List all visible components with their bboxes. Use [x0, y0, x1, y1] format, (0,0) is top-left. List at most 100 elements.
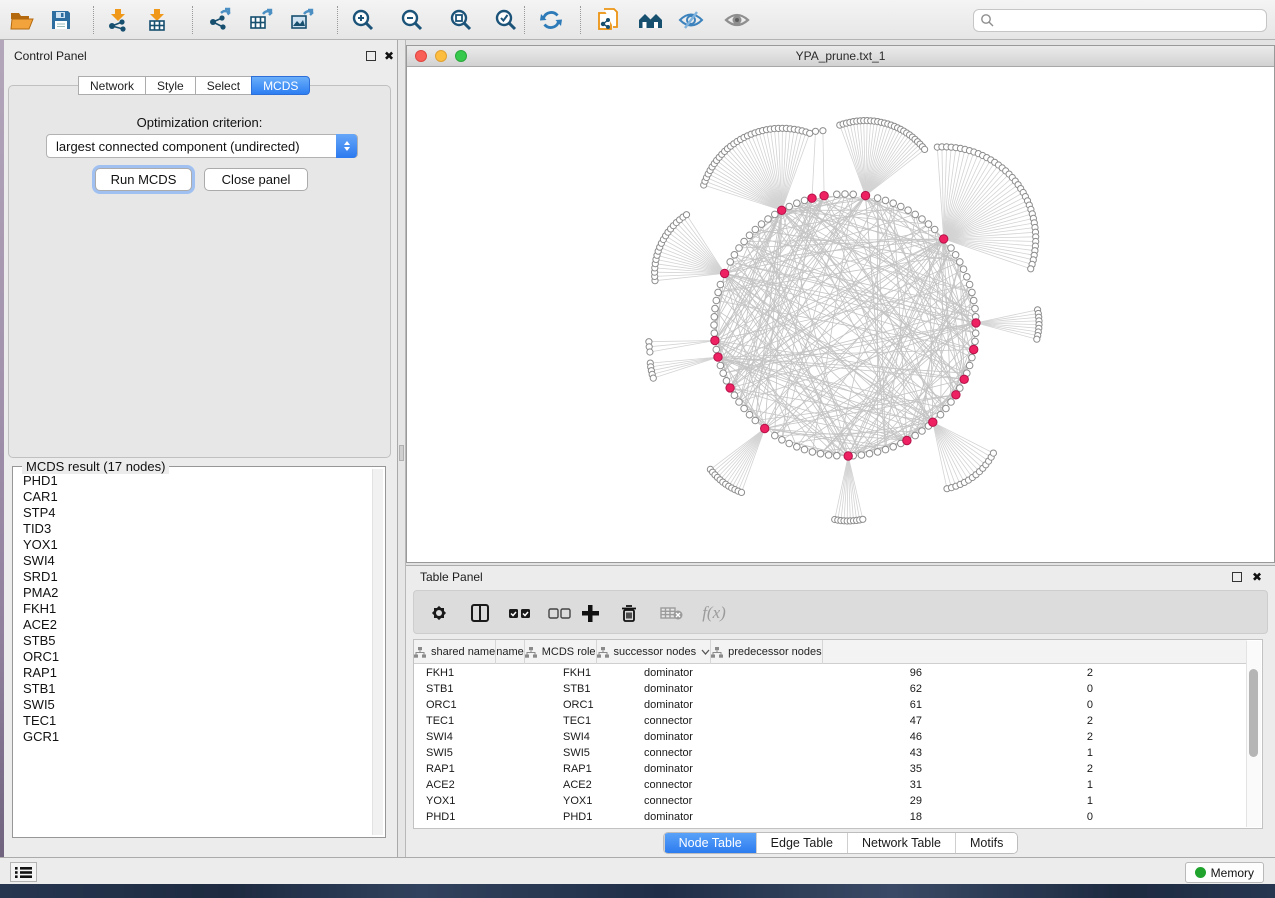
table-row[interactable]: STB1 STB1 dominator 62 0	[414, 681, 1247, 697]
open-file-icon[interactable]	[7, 5, 37, 35]
table-row[interactable]: ACE2 ACE2 connector 31 1	[414, 777, 1247, 793]
table-panel-title: Table Panel	[420, 570, 483, 584]
mcds-result-item[interactable]: SWI5	[14, 697, 371, 713]
export-image-icon[interactable]	[287, 5, 317, 35]
houses-icon[interactable]	[636, 5, 666, 35]
network-window-title: YPA_prune.txt_1	[407, 46, 1274, 67]
mcds-result-item[interactable]: STP4	[14, 505, 371, 521]
float-panel-icon[interactable]	[366, 51, 376, 61]
window-zoom-light[interactable]	[455, 50, 467, 62]
mcds-result-item[interactable]: FKH1	[14, 601, 371, 617]
zoom-out-icon[interactable]	[397, 5, 427, 35]
table-tab[interactable]: Node Table	[664, 833, 756, 853]
mcds-result-list: PHD1 CAR1 STP4 TID3 YOX1 SWI4 SRD1 PMA2 …	[14, 473, 371, 835]
export-network-icon[interactable]	[205, 5, 235, 35]
mcds-result-item[interactable]: ACE2	[14, 617, 371, 633]
column-header-label: predecessor nodes	[728, 646, 822, 658]
control-panel-tab[interactable]: Style	[145, 76, 196, 95]
table-column-header[interactable]: name	[496, 640, 525, 664]
table-tab[interactable]: Network Table	[847, 833, 955, 853]
clone-network-icon[interactable]	[593, 5, 623, 35]
float-table-panel-icon[interactable]	[1232, 572, 1242, 582]
mcds-list-scrollbar[interactable]	[372, 469, 383, 835]
close-panel-button[interactable]: Close panel	[204, 168, 308, 191]
cell-name: STB1	[551, 681, 632, 697]
table-row[interactable]: FKH1 FKH1 dominator 96 2	[414, 665, 1247, 681]
task-history-button[interactable]	[10, 862, 37, 882]
mcds-result-item[interactable]: SWI4	[14, 553, 371, 569]
cell-name: FKH1	[551, 665, 632, 681]
table-tab[interactable]: Edge Table	[756, 833, 847, 853]
table-column-header[interactable]: predecessor nodes	[711, 640, 823, 664]
cell-predecessor-nodes: 2	[930, 729, 1101, 745]
cell-shared-name: ORC1	[414, 697, 551, 713]
control-panel-tab[interactable]: MCDS	[251, 76, 310, 95]
mcds-result-item[interactable]: YOX1	[14, 537, 371, 553]
panel-splitter[interactable]	[398, 40, 406, 857]
scrollbar-thumb[interactable]	[1249, 669, 1258, 757]
mcds-result-item[interactable]: STB1	[14, 681, 371, 697]
cell-mcds-role: connector	[632, 777, 787, 793]
table-row[interactable]: ORC1 ORC1 dominator 61 0	[414, 697, 1247, 713]
mcds-result-item[interactable]: TID3	[14, 521, 371, 537]
table-row[interactable]: SWI4 SWI4 dominator 46 2	[414, 729, 1247, 745]
table-column-header[interactable]: MCDS role	[525, 640, 597, 664]
optimization-criterion-select[interactable]: largest connected component (undirected)	[46, 134, 358, 158]
search-input[interactable]	[995, 14, 1266, 28]
import-table-icon[interactable]	[142, 5, 172, 35]
refresh-layout-icon[interactable]	[536, 5, 566, 35]
mcds-result-item[interactable]: STB5	[14, 633, 371, 649]
cell-predecessor-nodes: 0	[930, 809, 1101, 825]
deselect-all-icon[interactable]	[546, 599, 574, 627]
memory-button[interactable]: Memory	[1185, 862, 1264, 883]
add-column-plus-icon[interactable]	[576, 599, 604, 627]
hide-edges-eye-icon[interactable]	[676, 5, 706, 35]
table-row[interactable]: SWI5 SWI5 connector 43 1	[414, 745, 1247, 761]
save-session-icon[interactable]	[46, 5, 76, 35]
control-panel-tab[interactable]: Network	[78, 76, 146, 95]
control-panel-tab[interactable]: Select	[195, 76, 252, 95]
select-stepper-icon	[336, 134, 357, 158]
close-table-panel-icon[interactable]: ✖	[1252, 572, 1262, 582]
network-window-titlebar[interactable]: YPA_prune.txt_1	[407, 46, 1274, 67]
table-column-header[interactable]: successor nodes	[597, 640, 712, 664]
zoom-fit-icon[interactable]	[446, 5, 476, 35]
mcds-result-item[interactable]: GCR1	[14, 729, 371, 745]
select-all-icon[interactable]	[506, 599, 534, 627]
mcds-result-item[interactable]: PMA2	[14, 585, 371, 601]
show-details-eye-icon[interactable]	[722, 5, 752, 35]
zoom-in-icon[interactable]	[348, 5, 378, 35]
export-table-icon[interactable]	[246, 5, 276, 35]
network-canvas[interactable]	[407, 67, 1274, 562]
splitter-grip[interactable]	[399, 445, 404, 461]
cell-predecessor-nodes: 0	[930, 681, 1101, 697]
cell-successor-nodes: 96	[787, 665, 930, 681]
run-mcds-button[interactable]: Run MCDS	[95, 168, 192, 191]
table-tab[interactable]: Motifs	[955, 833, 1017, 853]
table-column-header[interactable]: shared name	[414, 640, 496, 664]
window-close-light[interactable]	[415, 50, 427, 62]
mcds-result-item[interactable]: TEC1	[14, 713, 371, 729]
close-panel-icon[interactable]: ✖	[384, 51, 394, 61]
table-row[interactable]: PHD1 PHD1 dominator 18 0	[414, 809, 1247, 825]
show-columns-icon[interactable]	[466, 599, 494, 627]
delete-column-trash-icon[interactable]	[615, 599, 643, 627]
table-vertical-scrollbar[interactable]	[1246, 641, 1261, 827]
import-network-icon[interactable]	[103, 5, 133, 35]
zoom-selected-icon[interactable]	[491, 5, 521, 35]
table-settings-gear-icon[interactable]	[425, 599, 453, 627]
cell-shared-name: TEC1	[414, 713, 551, 729]
table-row[interactable]: YOX1 YOX1 connector 29 1	[414, 793, 1247, 809]
mcds-result-item[interactable]: CAR1	[14, 489, 371, 505]
mcds-result-item[interactable]: RAP1	[14, 665, 371, 681]
column-header-label: shared name	[431, 646, 495, 658]
mcds-result-item[interactable]: ORC1	[14, 649, 371, 665]
window-minimize-light[interactable]	[435, 50, 447, 62]
mcds-result-item[interactable]: PHD1	[14, 473, 371, 489]
cell-shared-name: SWI4	[414, 729, 551, 745]
memory-status-dot	[1195, 867, 1206, 878]
table-row[interactable]: TEC1 TEC1 connector 47 2	[414, 713, 1247, 729]
cell-mcds-role: dominator	[632, 697, 787, 713]
table-row[interactable]: RAP1 RAP1 dominator 35 2	[414, 761, 1247, 777]
mcds-result-item[interactable]: SRD1	[14, 569, 371, 585]
